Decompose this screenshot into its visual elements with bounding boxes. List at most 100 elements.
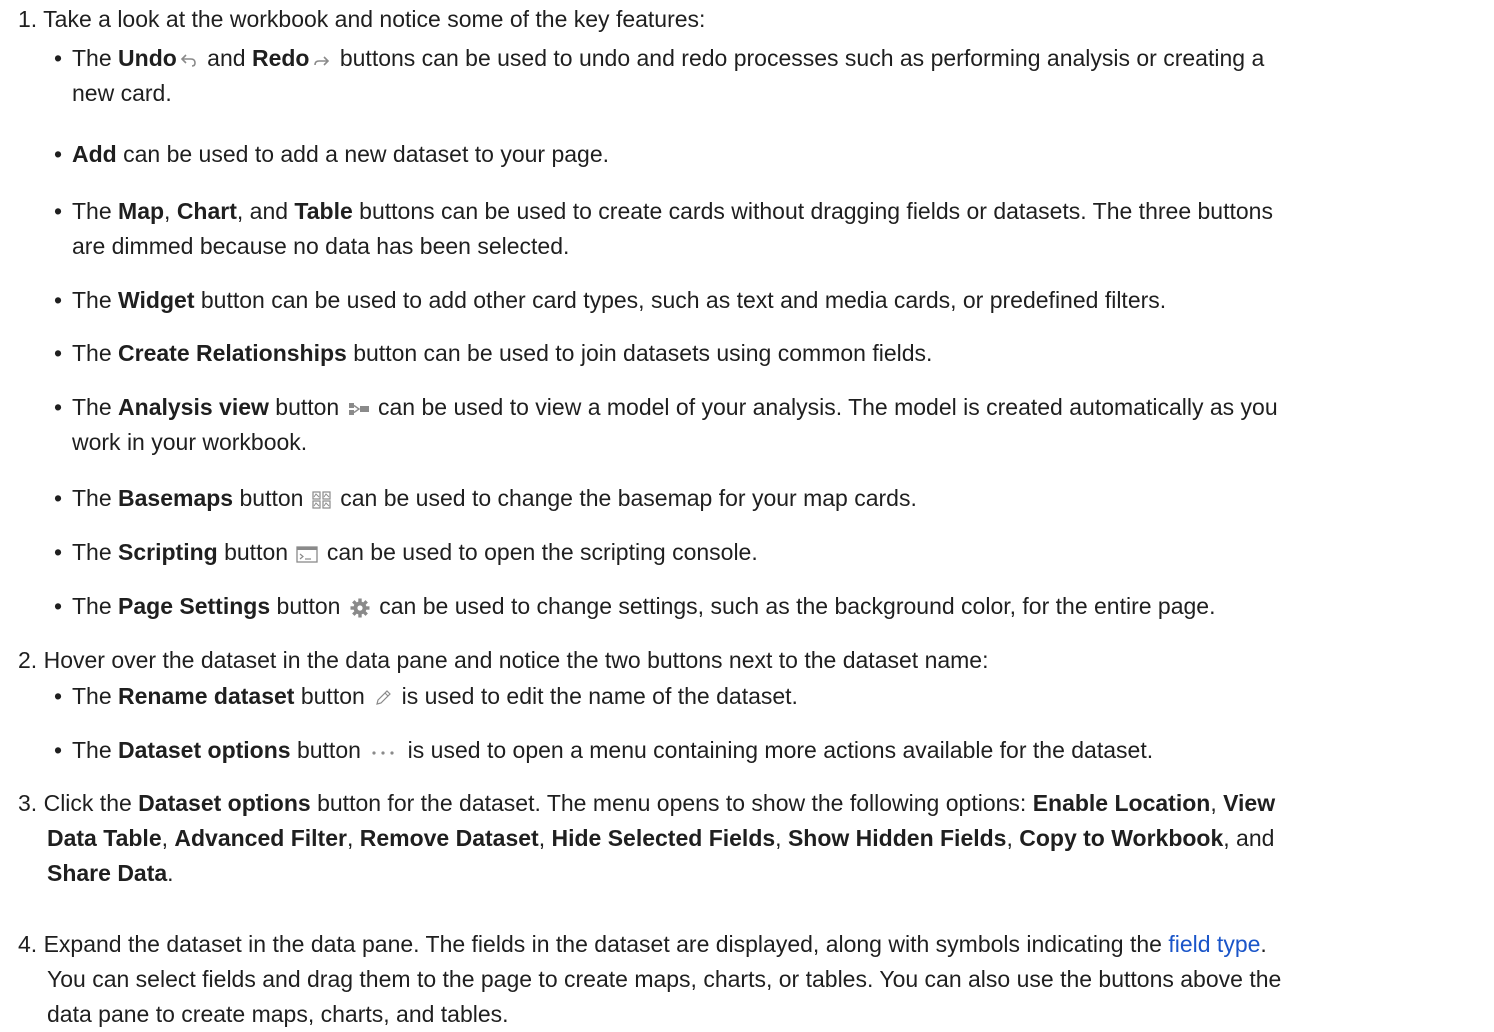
table-label: Table	[294, 198, 353, 224]
advanced-filter-label: Advanced Filter	[174, 825, 347, 851]
text-continuation: are dimmed because no data has been sele…	[72, 233, 570, 259]
text: button	[294, 683, 372, 709]
text: .	[1260, 931, 1267, 957]
text: , and	[1223, 825, 1275, 851]
text: Expand the dataset in the data pane. The…	[43, 931, 1169, 957]
text: The	[72, 394, 119, 420]
dataset-options-label: Dataset options	[118, 737, 291, 763]
text: The	[72, 683, 119, 709]
text: ,	[775, 825, 788, 851]
text: ,	[1210, 790, 1224, 816]
step-number: 4.	[18, 931, 38, 957]
text-continuation: work in your workbook.	[72, 429, 308, 455]
view-data-table-label: View	[1223, 790, 1276, 816]
dataset-options-label: Dataset options	[138, 790, 311, 816]
enable-location-label: Enable Location	[1032, 790, 1211, 816]
text: button	[268, 394, 346, 420]
text: can be used to add a new dataset to your…	[116, 141, 610, 167]
dataset-options-icon	[369, 747, 399, 757]
text-continuation: new card.	[72, 80, 172, 106]
text: button	[270, 593, 347, 619]
basemaps-label: Basemaps	[118, 485, 234, 511]
undo-label: Undo	[118, 45, 177, 71]
text: ,	[164, 198, 177, 224]
step-4: 4. Expand the dataset in the data pane. …	[18, 927, 1478, 1032]
create-relationships-label: Create Relationships	[118, 340, 347, 366]
text: buttons can be used to undo and redo pro…	[333, 45, 1265, 71]
chart-label: Chart	[176, 198, 237, 224]
rename-icon	[373, 688, 393, 708]
text: button for the dataset. The menu opens t…	[310, 790, 1033, 816]
redo-icon	[311, 52, 331, 68]
rename-dataset-label: Rename dataset	[118, 683, 295, 709]
bullet-page-settings: • The Page Settings button can be used to…	[54, 589, 1474, 624]
step-number: 2.	[18, 647, 38, 673]
bullet-marker: •	[54, 198, 63, 224]
step-number: 3.	[18, 790, 38, 816]
text: The	[72, 45, 119, 71]
text: can be used to open the scripting consol…	[320, 539, 758, 565]
show-hidden-fields-label: Show Hidden Fields	[787, 825, 1007, 851]
bullet-map-chart-table: • The Map, Chart, and Table buttons can b…	[54, 194, 1474, 264]
step-3-line-2: Data Table, Advanced Filter, Remove Data…	[18, 821, 1478, 856]
undo-icon	[179, 52, 199, 68]
text: button can be used to join datasets usin…	[346, 340, 933, 366]
bullet-basemaps: • The Basemaps button can be used to chan…	[54, 481, 1474, 516]
text-continuation: You can select fields and drag them to t…	[47, 966, 1282, 992]
text: can be used to change settings, such as …	[372, 593, 1216, 619]
bullet-marker: •	[54, 394, 63, 420]
text: , and	[236, 198, 295, 224]
analysis-view-icon	[348, 402, 370, 416]
text-continuation: data pane to create maps, charts, and ta…	[47, 1001, 509, 1027]
text: button	[290, 737, 368, 763]
basemaps-icon	[312, 491, 332, 509]
text: The	[72, 593, 119, 619]
copy-to-workbook-label: Copy to Workbook	[1019, 825, 1224, 851]
page-settings-label: Page Settings	[118, 593, 271, 619]
text: button	[233, 485, 310, 511]
text: ,	[346, 825, 360, 851]
map-label: Map	[118, 198, 165, 224]
step-2: 2. Hover over the dataset in the data pa…	[18, 643, 1478, 678]
bullet-undo-redo: • The Undo and Redo buttons can be used t…	[54, 41, 1474, 111]
text: The	[72, 287, 119, 313]
text: is used to open a menu containing more a…	[401, 737, 1154, 763]
step-1: 1. Take a look at the workbook and notic…	[18, 2, 1478, 37]
text: .	[167, 860, 174, 886]
remove-dataset-label: Remove Dataset	[359, 825, 539, 851]
text: button can be used to add other card typ…	[194, 287, 1167, 313]
bullet-marker: •	[54, 683, 63, 709]
bullet-analysis-view: • The Analysis view button can be used to…	[54, 390, 1474, 460]
text: can be used to change the basemap for yo…	[333, 485, 917, 511]
bullet-marker: •	[54, 141, 63, 167]
text: and	[200, 45, 252, 71]
bullet-marker: •	[54, 45, 63, 71]
text: The	[72, 340, 119, 366]
text: button	[217, 539, 295, 565]
bullet-scripting: • The Scripting button can be used to ope…	[54, 535, 1474, 570]
bullet-widget: • The Widget button can be used to add ot…	[54, 283, 1474, 318]
analysis-view-label: Analysis view	[118, 394, 269, 420]
view-data-table-label: Data Table	[47, 825, 162, 851]
step-3-line-3: Share Data.	[18, 856, 1478, 891]
share-data-label: Share Data	[47, 860, 168, 886]
bullet-marker: •	[54, 340, 63, 366]
redo-label: Redo	[251, 45, 310, 71]
page-settings-icon	[349, 597, 371, 619]
scripting-icon	[296, 545, 319, 563]
scripting-label: Scripting	[118, 539, 218, 565]
bullet-relationships: • The Create Relationships button can be …	[54, 336, 1474, 371]
text: buttons can be used to create cards with…	[352, 198, 1273, 224]
bullet-dataset-options: • The Dataset options button is used to o…	[54, 733, 1474, 768]
text: The	[72, 539, 119, 565]
bullet-add: • Add can be used to add a new dataset to…	[54, 137, 1474, 172]
bullet-marker: •	[54, 485, 63, 511]
text: can be used to view a model of your anal…	[371, 394, 1278, 420]
step-text: Hover over the dataset in the data pane …	[43, 647, 989, 673]
bullet-marker: •	[54, 539, 63, 565]
field-type-link[interactable]: field type	[1168, 931, 1260, 957]
text: The	[72, 485, 119, 511]
add-label: Add	[72, 141, 117, 167]
widget-label: Widget	[118, 287, 195, 313]
text: ,	[538, 825, 552, 851]
